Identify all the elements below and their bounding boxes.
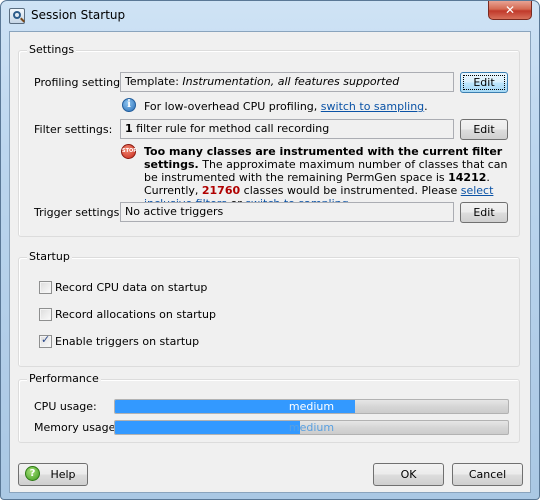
info-icon: i xyxy=(122,98,136,112)
filter-edit-button[interactable]: Edit xyxy=(460,119,508,140)
trigger-settings-label: Trigger settings: xyxy=(34,206,124,219)
trigger-settings-field: No active triggers xyxy=(120,202,454,222)
cpu-usage-label: CPU usage: xyxy=(34,400,97,413)
profiling-settings-field: Template: Instrumentation, all features … xyxy=(120,72,454,92)
help-button[interactable]: ? Help xyxy=(18,463,88,486)
close-button[interactable]: ✕ xyxy=(488,1,532,20)
memory-usage-label: Memory usage: xyxy=(34,421,120,434)
enable-triggers-checkbox[interactable]: ✓ xyxy=(39,333,52,348)
record-allocations-checkbox[interactable] xyxy=(39,308,52,321)
performance-group: Performance CPU usage: medium Memory usa… xyxy=(18,372,520,443)
memory-usage-bar: medium xyxy=(114,420,509,435)
record-allocations-label[interactable]: Record allocations on startup xyxy=(55,308,216,321)
profiling-template-name: Instrumentation, all features supported xyxy=(182,75,400,88)
startup-group-title: Startup xyxy=(27,250,72,263)
memory-usage-level: medium xyxy=(288,421,335,434)
help-question-icon: ? xyxy=(25,466,40,481)
ok-button[interactable]: OK xyxy=(373,463,444,486)
settings-group-title: Settings xyxy=(27,43,77,56)
checkmark-icon: ✓ xyxy=(41,333,51,346)
record-cpu-label[interactable]: Record CPU data on startup xyxy=(55,281,207,294)
dialog-content: Settings Profiling settings: Template: I… xyxy=(9,31,531,493)
window-title: Session Startup xyxy=(31,8,126,22)
profiling-settings-label: Profiling settings: xyxy=(34,76,130,89)
stop-icon: STOP xyxy=(121,144,137,159)
startup-group: Startup Record CPU data on startup Recor… xyxy=(18,250,520,367)
cpu-usage-bar: medium xyxy=(114,399,509,414)
cancel-button[interactable]: Cancel xyxy=(452,463,523,486)
profiling-edit-button[interactable]: Edit xyxy=(460,72,508,93)
title-bar: Session Startup ✕ xyxy=(1,1,539,31)
trigger-edit-button[interactable]: Edit xyxy=(460,202,508,223)
session-startup-dialog: Session Startup ✕ Settings Profiling set… xyxy=(0,0,540,500)
filter-settings-field: 1 filter rule for method call recording xyxy=(120,119,454,139)
settings-group: Settings Profiling settings: Template: I… xyxy=(18,43,520,237)
session-startup-magnifier-icon xyxy=(9,8,25,24)
cpu-usage-level: medium xyxy=(288,400,335,413)
sampling-hint: For low-overhead CPU profiling, switch t… xyxy=(144,100,428,113)
close-icon: ✕ xyxy=(504,3,516,17)
filter-settings-label: Filter settings: xyxy=(34,123,113,136)
switch-to-sampling-link[interactable]: switch to sampling xyxy=(321,100,424,113)
filter-warning-message: Too many classes are instrumented with t… xyxy=(144,145,509,210)
max-classes-value: 14212 xyxy=(448,171,487,184)
enable-triggers-label[interactable]: Enable triggers on startup xyxy=(55,335,199,348)
current-classes-value: 21760 xyxy=(201,184,241,197)
record-cpu-checkbox[interactable] xyxy=(39,281,52,294)
performance-group-title: Performance xyxy=(27,372,101,385)
